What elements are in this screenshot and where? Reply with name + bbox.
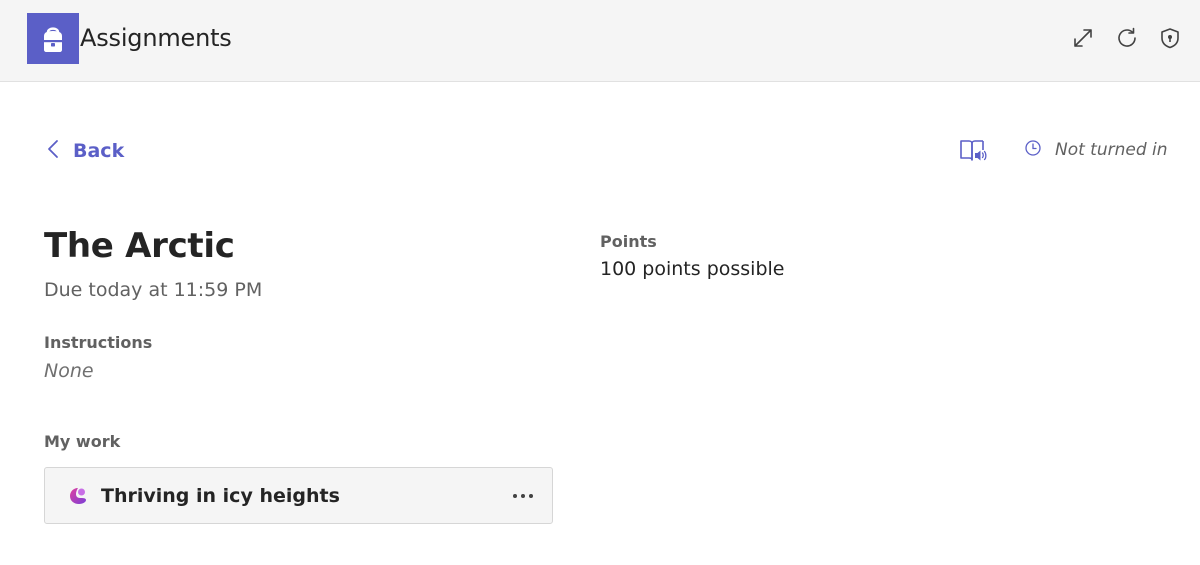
my-work-label: My work — [44, 432, 121, 451]
back-label: Back — [73, 140, 125, 162]
more-options-button[interactable] — [510, 483, 536, 509]
backpack-icon — [27, 13, 79, 64]
instructions-label: Instructions — [44, 333, 153, 352]
work-item-title: Thriving in icy heights — [101, 484, 340, 507]
expand-icon[interactable] — [1071, 26, 1095, 50]
app-header: Assignments — [0, 0, 1200, 82]
clock-icon — [1024, 139, 1042, 161]
back-button[interactable]: Back — [47, 136, 124, 166]
due-date: Due today at 11:59 PM — [44, 279, 263, 301]
work-item[interactable]: Thriving in icy heights — [44, 467, 553, 524]
instructions-value: None — [44, 360, 94, 382]
immersive-reader-icon[interactable] — [958, 137, 988, 165]
chevron-left-icon — [47, 139, 59, 163]
submission-status: Not turned in — [1024, 138, 1168, 162]
refresh-icon[interactable] — [1115, 26, 1139, 50]
reflect-app-icon — [67, 485, 89, 507]
app-title: Assignments — [80, 24, 232, 52]
assignment-title: The Arctic — [44, 226, 235, 266]
points-value: 100 points possible — [600, 258, 785, 280]
shield-icon[interactable] — [1158, 26, 1182, 50]
status-label: Not turned in — [1055, 140, 1168, 160]
points-label: Points — [600, 232, 657, 251]
